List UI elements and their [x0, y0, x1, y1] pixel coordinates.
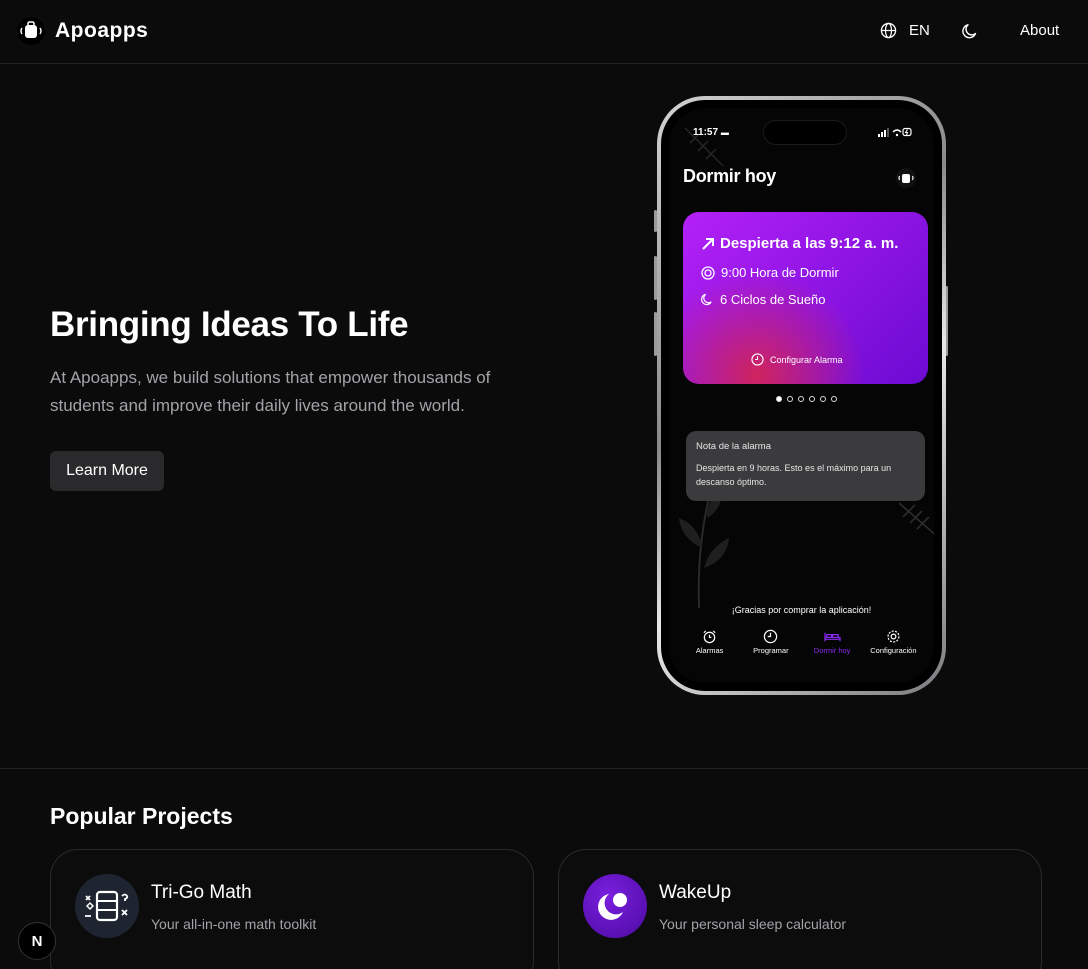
tab-programar[interactable]: Programar [741, 629, 801, 655]
alarm-clock-icon [703, 630, 716, 644]
language-label: EN [909, 22, 930, 39]
tab-alarmas[interactable]: Alarmas [680, 629, 740, 655]
dev-tools-badge[interactable]: N [18, 922, 56, 960]
wakeup-logo-icon [896, 168, 916, 188]
project-description: Your all-in-one math toolkit [151, 916, 317, 932]
page-dot[interactable] [831, 396, 837, 402]
alarm-note: Nota de la alarma Despierta en 9 horas. … [686, 431, 925, 501]
site-header: Apoapps EN About [0, 0, 1088, 64]
wake-time-label: Despierta a las 9:12 a. m. [701, 235, 898, 252]
project-name: WakeUp [659, 882, 732, 903]
alarm-note-body: Despierta en 9 horas. Esto es el máximo … [696, 463, 892, 487]
moon-icon [583, 874, 647, 938]
project-description: Your personal sleep calculator [659, 916, 847, 932]
language-switcher[interactable]: EN [880, 22, 930, 39]
configure-alarm-button[interactable]: Configurar Alarma [751, 353, 843, 366]
wake-time-card[interactable]: Despierta a las 9:12 a. m. 9:00 Hora de … [683, 212, 928, 384]
bedtime-label: 9:00 Hora de Dormir [701, 265, 839, 280]
app-tab-bar: Alarmas Programar Dormir hoy Configuraci… [669, 629, 934, 655]
bed-icon: ▬ [720, 128, 729, 137]
clock-icon [764, 629, 778, 644]
clock-icon [751, 353, 764, 366]
globe-icon [880, 22, 897, 39]
target-icon [701, 265, 715, 280]
tab-configuracion[interactable]: Configuración [863, 629, 923, 655]
app-screen-title: Dormir hoy [683, 166, 777, 186]
math-toolkit-icon [75, 874, 139, 938]
about-link[interactable]: About [1020, 22, 1059, 39]
project-card-trigo-math[interactable]: Tri-Go Math Your all-in-one math toolkit [50, 849, 534, 969]
dynamic-island [763, 120, 847, 145]
project-card-wakeup[interactable]: WakeUp Your personal sleep calculator [558, 849, 1042, 969]
arrow-up-right-icon [702, 237, 714, 250]
alarm-note-title: Nota de la alarma [696, 441, 771, 452]
thanks-message: ¡Gracias por comprar la aplicación! [731, 605, 872, 615]
brand-name[interactable]: Apoapps [55, 19, 148, 43]
page-dot[interactable] [787, 396, 793, 402]
tab-dormir-hoy[interactable]: Dormir hoy [802, 629, 862, 655]
phone-screen: 11:57 ▬ Dormir hoy Despierta a las 9:12 … [669, 108, 934, 683]
gear-icon [887, 630, 900, 643]
page-dot[interactable] [776, 396, 782, 402]
signal-icon [878, 127, 912, 137]
hero-description: At Apoapps, we build solutions that empo… [50, 368, 491, 415]
page-dot[interactable] [820, 396, 826, 402]
hero-title: Bringing Ideas To Life [50, 305, 409, 344]
page-dot[interactable] [798, 396, 804, 402]
projects-heading: Popular Projects [50, 803, 233, 829]
apoapps-logo-icon[interactable] [17, 17, 45, 45]
phone-mockup: 11:57 ▬ Dormir hoy Despierta a las 9:12 … [657, 96, 946, 695]
status-icons [878, 127, 912, 139]
moon-icon[interactable] [961, 22, 979, 40]
bed-icon [824, 632, 841, 642]
section-divider [0, 768, 1088, 769]
sleep-cycles-label: 6 Ciclos de Sueño [701, 292, 826, 307]
learn-more-button[interactable]: Learn More [50, 451, 164, 491]
status-time: 11:57 ▬ [693, 127, 729, 138]
page-dot[interactable] [809, 396, 815, 402]
page-indicator[interactable] [776, 396, 837, 402]
moon-icon [701, 293, 712, 306]
phone-bezel: 11:57 ▬ Dormir hoy Despierta a las 9:12 … [661, 100, 942, 691]
project-name: Tri-Go Math [151, 882, 252, 903]
